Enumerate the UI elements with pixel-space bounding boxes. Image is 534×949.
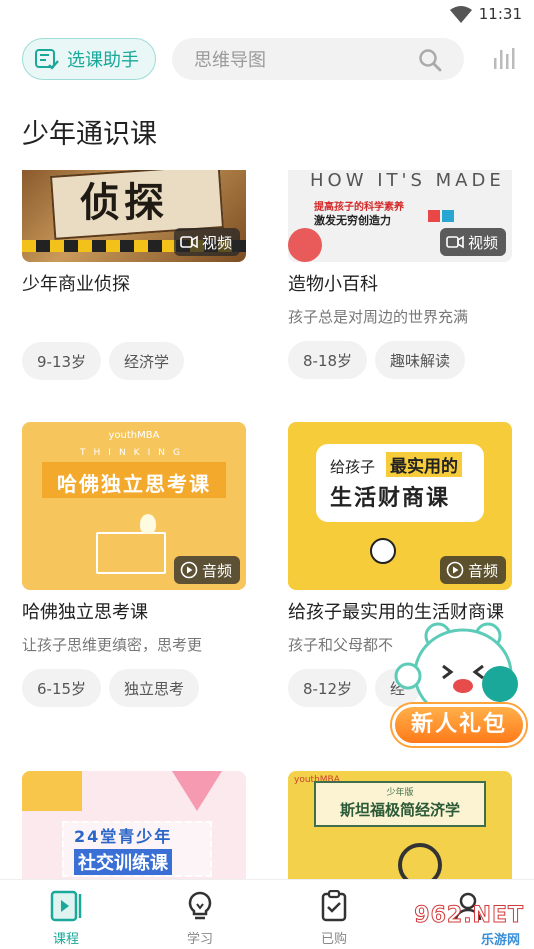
course-assistant-button[interactable]: 选课助手 (22, 38, 156, 80)
tag-age[interactable]: 9-13岁 (22, 342, 102, 380)
clipboard-icon (321, 889, 347, 922)
cover-text: 哈佛独立思考课 (57, 472, 211, 496)
new-user-gift-button[interactable]: 新人礼包 (388, 614, 530, 754)
nav-tab-purchased[interactable]: 已购 (294, 889, 374, 947)
tag-age[interactable]: 8-18岁 (288, 341, 368, 379)
cover-text: 最实用的 (386, 452, 462, 477)
cover-text: HOW IT'S MADE (310, 170, 505, 191)
video-badge: 视频 (439, 228, 506, 256)
audio-badge: 音频 (173, 556, 240, 584)
ranking-icon[interactable] (492, 46, 516, 70)
course-tags: 9-13岁 经济学 (22, 342, 246, 380)
new-user-gift-label: 新人礼包 (392, 704, 526, 746)
course-cover: HOW IT'S MADE 提高孩子的科学素养 激发无穷创造力 视频 (288, 170, 512, 262)
video-icon (180, 235, 198, 249)
nav-label: 已购 (320, 932, 347, 947)
play-icon (180, 561, 198, 579)
course-card-social-training[interactable]: 24堂青少年 社交训练课 (22, 771, 246, 881)
tag-topic[interactable]: 独立思考 (109, 669, 200, 707)
cover-subtitle: 激发无穷创造力 (314, 214, 391, 227)
nav-label: 课程 (52, 932, 79, 947)
media-type: 视频 (467, 233, 498, 252)
course-cover: youthMBA THINKING 哈佛独立思考课 音频 (22, 422, 246, 590)
tag-age[interactable]: 8-12岁 (288, 669, 368, 707)
course-card-how-its-made[interactable]: HOW IT'S MADE 提高孩子的科学素养 激发无穷创造力 视频 造物小百科… (288, 170, 512, 379)
wifi-icon (450, 6, 472, 23)
assistant-icon (35, 49, 59, 70)
cover-text: 社交训练课 (74, 849, 172, 875)
bulb-icon (188, 891, 212, 920)
course-description: 孩子总是对周边的世界充满 (288, 308, 469, 326)
course-tags: 8-18岁 趣味解读 (288, 341, 512, 379)
course-tags: 6-15岁 独立思考 (22, 669, 246, 707)
cover-subtitle: 提高孩子的科学素养 (314, 202, 404, 213)
media-type: 音频 (201, 561, 232, 580)
nav-label: 学习 (186, 932, 213, 947)
course-title: 少年商业侦探 (22, 274, 130, 295)
course-icon (50, 890, 82, 922)
top-bar: 选课助手 思维导图 (0, 36, 534, 82)
course-card-harvard-thinking[interactable]: youthMBA THINKING 哈佛独立思考课 音频 哈佛独立思考课 让孩子… (22, 422, 246, 707)
cover-text: 斯坦福极简经济学 (339, 801, 460, 819)
cover-brand: youthMBA (108, 430, 160, 441)
course-title: 造物小百科 (288, 274, 378, 295)
course-cover: 侦探 视频 (22, 170, 246, 262)
play-icon (446, 561, 464, 579)
media-type: 视频 (201, 233, 232, 252)
nav-tab-study[interactable]: 学习 (160, 890, 240, 947)
tag-topic[interactable]: 经济学 (109, 342, 185, 380)
tag-topic[interactable]: 趣味解读 (375, 341, 466, 379)
course-card-business-detective[interactable]: 侦探 视频 少年商业侦探 9-13岁 经济学 (22, 170, 246, 380)
status-bar: 11:31 (0, 0, 534, 30)
watermark-text: 962.NET (414, 903, 524, 929)
cover-ribbon: THINKING (80, 448, 188, 458)
search-input[interactable]: 思维导图 (172, 38, 464, 80)
course-assistant-label: 选课助手 (67, 50, 139, 71)
status-time: 11:31 (478, 5, 522, 23)
tag-age[interactable]: 6-15岁 (22, 669, 102, 707)
audio-badge: 音频 (439, 556, 506, 584)
cover-text: 24堂青少年 (74, 827, 173, 846)
cover-text: 侦探 (80, 180, 168, 226)
video-icon (446, 235, 464, 249)
course-cover: 给孩子 最实用的 生活财商课 音频 (288, 422, 512, 590)
section-title: 少年通识课 (22, 119, 157, 150)
video-badge: 视频 (173, 228, 240, 256)
watermark-sub: 乐游网 (480, 933, 520, 948)
course-description: 让孩子思维更缜密，思考更 (22, 636, 203, 654)
nav-tab-courses[interactable]: 课程 (26, 890, 106, 947)
media-type: 音频 (467, 561, 498, 580)
cover-text: 给孩子 (330, 458, 376, 476)
course-title: 哈佛独立思考课 (22, 602, 148, 623)
watermark-logo: 962.NET 乐游网 (394, 903, 530, 949)
cover-text: 生活财商课 (330, 486, 451, 511)
course-cover: 24堂青少年 社交训练课 (22, 771, 246, 881)
course-card-stanford-economics[interactable]: youthMBA 少年版 斯坦福极简经济学 (288, 771, 512, 881)
search-icon[interactable] (418, 48, 442, 72)
cover-small: 少年版 (386, 788, 414, 798)
course-cover: youthMBA 少年版 斯坦福极简经济学 (288, 771, 512, 881)
